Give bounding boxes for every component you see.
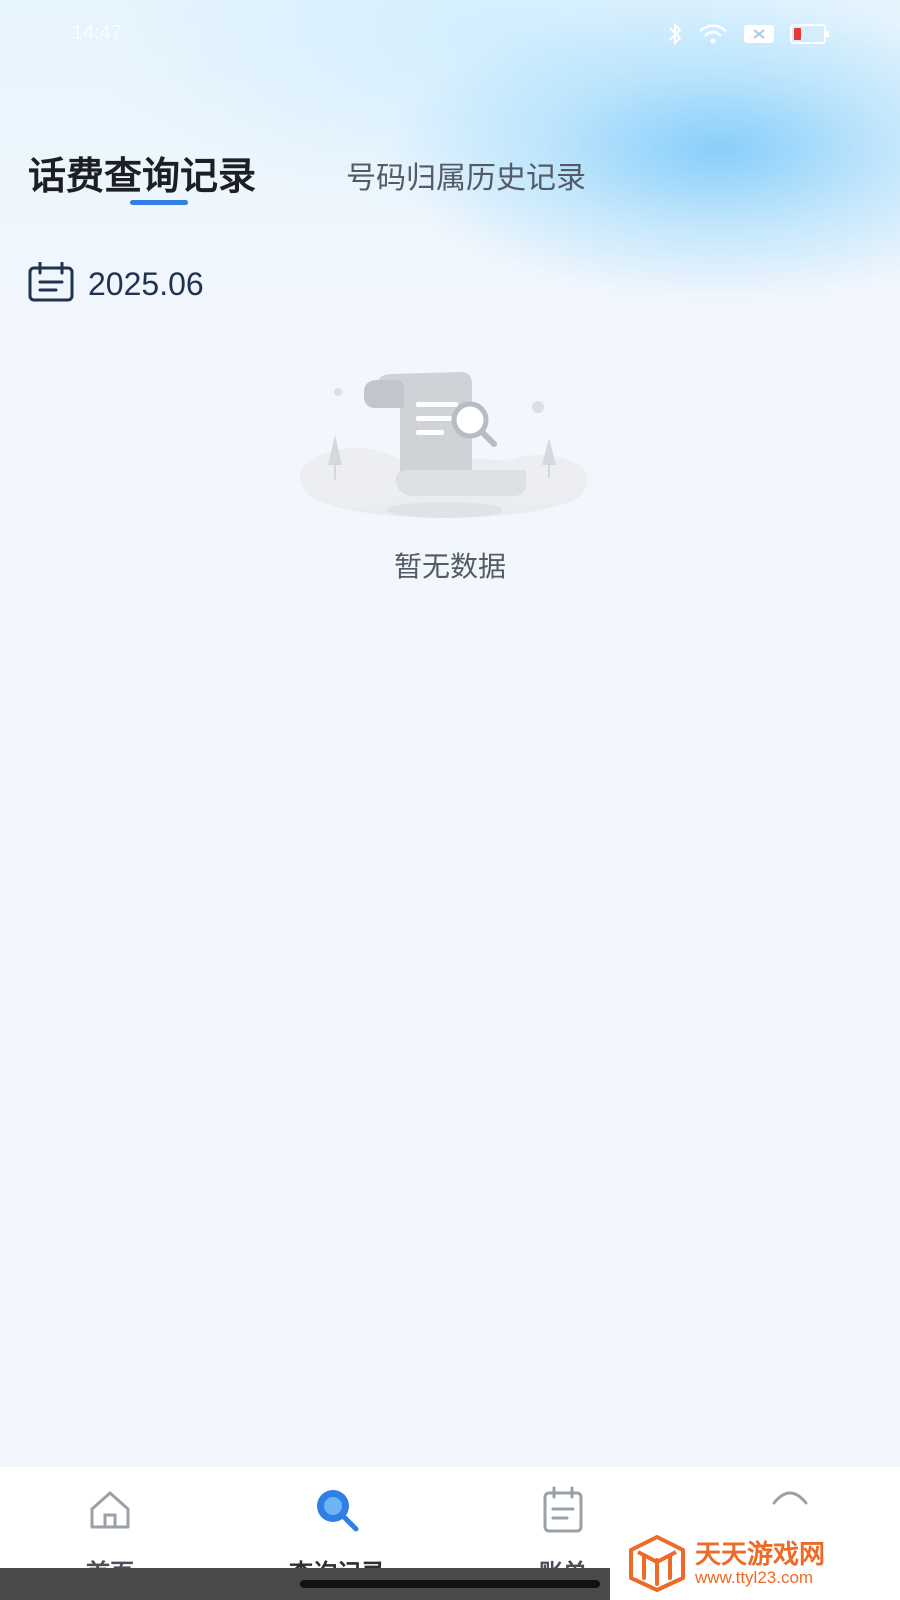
wifi-icon xyxy=(698,23,728,45)
bluetooth-icon xyxy=(668,22,682,46)
watermark-logo-icon xyxy=(628,1534,686,1596)
date-picker[interactable]: 2025.06 xyxy=(28,261,204,306)
calendar-icon xyxy=(28,261,74,306)
tab-active-indicator xyxy=(130,200,188,205)
watermark-title: 天天游戏网 xyxy=(695,1540,826,1570)
selected-month: 2025.06 xyxy=(88,265,204,302)
profile-icon xyxy=(705,1485,875,1535)
status-icons xyxy=(668,22,830,46)
tab-bill-query-records[interactable]: 话费查询记录 xyxy=(28,145,256,200)
tab-number-location-history[interactable]: 号码归属历史记录 xyxy=(346,153,586,197)
home-icon xyxy=(25,1485,195,1535)
battery-icon xyxy=(790,23,830,45)
signal-icon xyxy=(744,23,774,45)
empty-document-search-icon xyxy=(300,370,590,530)
home-indicator[interactable] xyxy=(300,1580,600,1588)
search-icon xyxy=(252,1485,422,1535)
watermark-url: www.ttyl23.com xyxy=(695,1568,814,1587)
bill-icon xyxy=(478,1485,648,1535)
watermark: 天天游戏网 www.ttyl23.com xyxy=(610,1530,900,1600)
empty-state-message: 暂无数据 xyxy=(393,550,506,583)
status-time: 14:47 xyxy=(72,22,123,44)
status-bar: 14:47 xyxy=(0,14,900,54)
